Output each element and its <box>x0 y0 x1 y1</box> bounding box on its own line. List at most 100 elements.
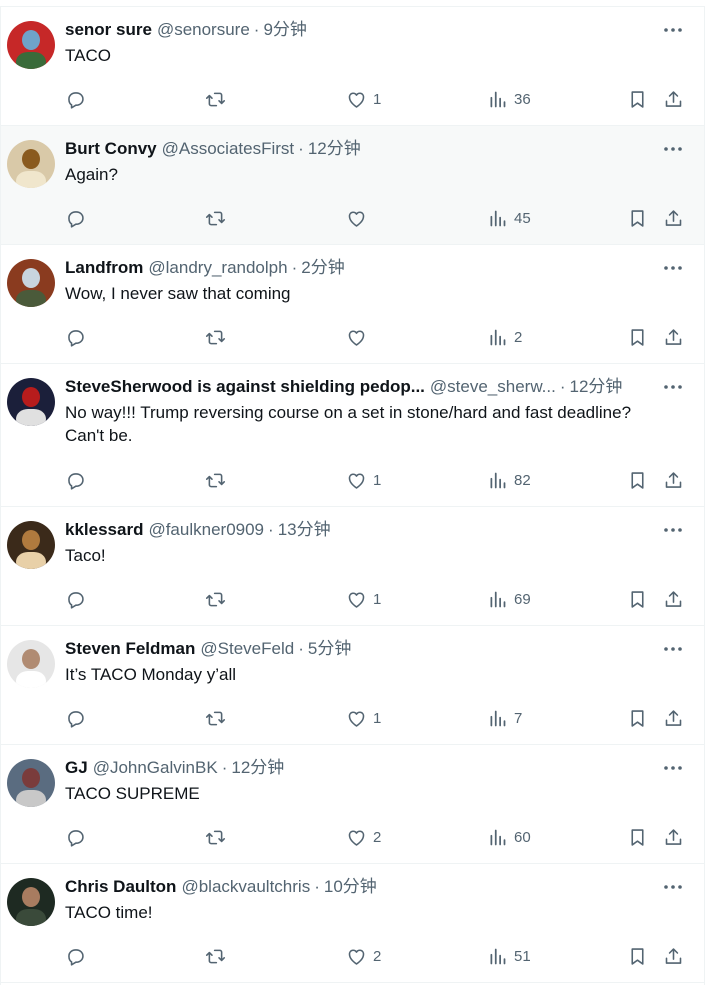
avatar[interactable] <box>7 759 55 807</box>
more-icon[interactable] <box>662 259 684 277</box>
share-button[interactable] <box>663 944 684 968</box>
user-handle[interactable]: @steve_sherw... <box>430 376 556 398</box>
bookmark-button[interactable] <box>627 468 648 492</box>
user-handle[interactable]: @senorsure <box>157 19 250 41</box>
display-name[interactable]: Steven Feldman <box>65 638 195 660</box>
display-name[interactable]: Burt Convy <box>65 138 157 160</box>
reply-button[interactable] <box>65 706 86 730</box>
like-button[interactable]: 1 <box>346 468 381 492</box>
retweet-button[interactable] <box>205 706 226 730</box>
bookmark-button[interactable] <box>627 587 648 611</box>
tweet-header: Chris Daulton @blackvaultchris · 10分钟 <box>65 876 688 898</box>
display-name[interactable]: GJ <box>65 757 88 779</box>
views-icon <box>487 327 508 348</box>
avatar[interactable] <box>7 640 55 688</box>
more-icon[interactable] <box>662 140 684 158</box>
user-handle[interactable]: @AssociatesFirst <box>162 138 295 160</box>
more-icon[interactable] <box>662 21 684 39</box>
more-icon[interactable] <box>662 640 684 658</box>
views-button[interactable]: 36 <box>487 87 531 111</box>
reply-button[interactable] <box>65 325 86 349</box>
bookmark-button[interactable] <box>627 706 648 730</box>
display-name[interactable]: SteveSherwood is against shielding pedop… <box>65 376 425 398</box>
avatar[interactable] <box>7 140 55 188</box>
views-button[interactable]: 2 <box>487 325 522 349</box>
bookmark-button[interactable] <box>627 944 648 968</box>
timestamp[interactable]: 10分钟 <box>324 876 377 898</box>
display-name[interactable]: kklessard <box>65 519 143 541</box>
timestamp[interactable]: 13分钟 <box>278 519 331 541</box>
tweet[interactable]: SteveSherwood is against shielding pedop… <box>1 364 704 507</box>
share-button[interactable] <box>663 87 684 111</box>
timestamp[interactable]: 9分钟 <box>263 19 306 41</box>
share-icon <box>663 589 684 610</box>
avatar[interactable] <box>7 259 55 307</box>
retweet-button[interactable] <box>205 944 226 968</box>
like-button[interactable]: 2 <box>346 944 381 968</box>
timestamp[interactable]: 5分钟 <box>308 638 351 660</box>
share-button[interactable] <box>663 587 684 611</box>
display-name[interactable]: Chris Daulton <box>65 876 176 898</box>
retweet-button[interactable] <box>205 87 226 111</box>
like-button[interactable]: 1 <box>346 706 381 730</box>
retweet-button[interactable] <box>205 587 226 611</box>
bookmark-button[interactable] <box>627 325 648 349</box>
user-handle[interactable]: @landry_randolph <box>148 257 287 279</box>
user-handle[interactable]: @JohnGalvinBK <box>93 757 218 779</box>
views-button[interactable]: 60 <box>487 825 531 849</box>
like-button[interactable]: 1 <box>346 587 381 611</box>
views-button[interactable]: 69 <box>487 587 531 611</box>
share-button[interactable] <box>663 825 684 849</box>
like-button[interactable]: 2 <box>346 825 381 849</box>
user-handle[interactable]: @SteveFeld <box>200 638 294 660</box>
more-icon[interactable] <box>662 521 684 539</box>
views-button[interactable]: 45 <box>487 206 531 230</box>
bookmark-button[interactable] <box>627 87 648 111</box>
reply-icon <box>65 589 86 610</box>
avatar[interactable] <box>7 21 55 69</box>
like-button[interactable] <box>346 206 373 230</box>
reply-button[interactable] <box>65 206 86 230</box>
retweet-button[interactable] <box>205 206 226 230</box>
timestamp[interactable]: 12分钟 <box>308 138 361 160</box>
views-button[interactable]: 51 <box>487 944 531 968</box>
share-button[interactable] <box>663 706 684 730</box>
tweet[interactable]: kklessard @faulkner0909 · 13分钟 Taco! 1 6… <box>1 507 704 626</box>
share-button[interactable] <box>663 468 684 492</box>
reply-button[interactable] <box>65 944 86 968</box>
timestamp[interactable]: 12分钟 <box>570 376 623 398</box>
like-button[interactable]: 1 <box>346 87 381 111</box>
views-button[interactable]: 7 <box>487 706 522 730</box>
timestamp[interactable]: 2分钟 <box>301 257 344 279</box>
share-button[interactable] <box>663 206 684 230</box>
like-button[interactable] <box>346 325 373 349</box>
avatar[interactable] <box>7 378 55 426</box>
more-icon[interactable] <box>662 378 684 396</box>
more-icon[interactable] <box>662 878 684 896</box>
user-handle[interactable]: @faulkner0909 <box>148 519 264 541</box>
reply-button[interactable] <box>65 825 86 849</box>
reply-button[interactable] <box>65 468 86 492</box>
tweet[interactable]: Burt Convy @AssociatesFirst · 12分钟 Again… <box>1 126 704 245</box>
tweet[interactable]: Steven Feldman @SteveFeld · 5分钟 It’s TAC… <box>1 626 704 745</box>
tweet[interactable]: Chris Daulton @blackvaultchris · 10分钟 TA… <box>1 864 704 983</box>
tweet[interactable]: GJ @JohnGalvinBK · 12分钟 TACO SUPREME 2 6… <box>1 745 704 864</box>
bookmark-button[interactable] <box>627 206 648 230</box>
tweet[interactable]: Landfrom @landry_randolph · 2分钟 Wow, I n… <box>1 245 704 364</box>
display-name[interactable]: Landfrom <box>65 257 143 279</box>
retweet-button[interactable] <box>205 825 226 849</box>
more-icon[interactable] <box>662 759 684 777</box>
retweet-button[interactable] <box>205 325 226 349</box>
reply-button[interactable] <box>65 87 86 111</box>
bookmark-button[interactable] <box>627 825 648 849</box>
display-name[interactable]: senor sure <box>65 19 152 41</box>
avatar[interactable] <box>7 878 55 926</box>
reply-button[interactable] <box>65 587 86 611</box>
avatar[interactable] <box>7 521 55 569</box>
retweet-button[interactable] <box>205 468 226 492</box>
share-button[interactable] <box>663 325 684 349</box>
views-button[interactable]: 82 <box>487 468 531 492</box>
tweet[interactable]: senor sure @senorsure · 9分钟 TACO 1 36 <box>1 7 704 126</box>
timestamp[interactable]: 12分钟 <box>231 757 284 779</box>
user-handle[interactable]: @blackvaultchris <box>181 876 310 898</box>
